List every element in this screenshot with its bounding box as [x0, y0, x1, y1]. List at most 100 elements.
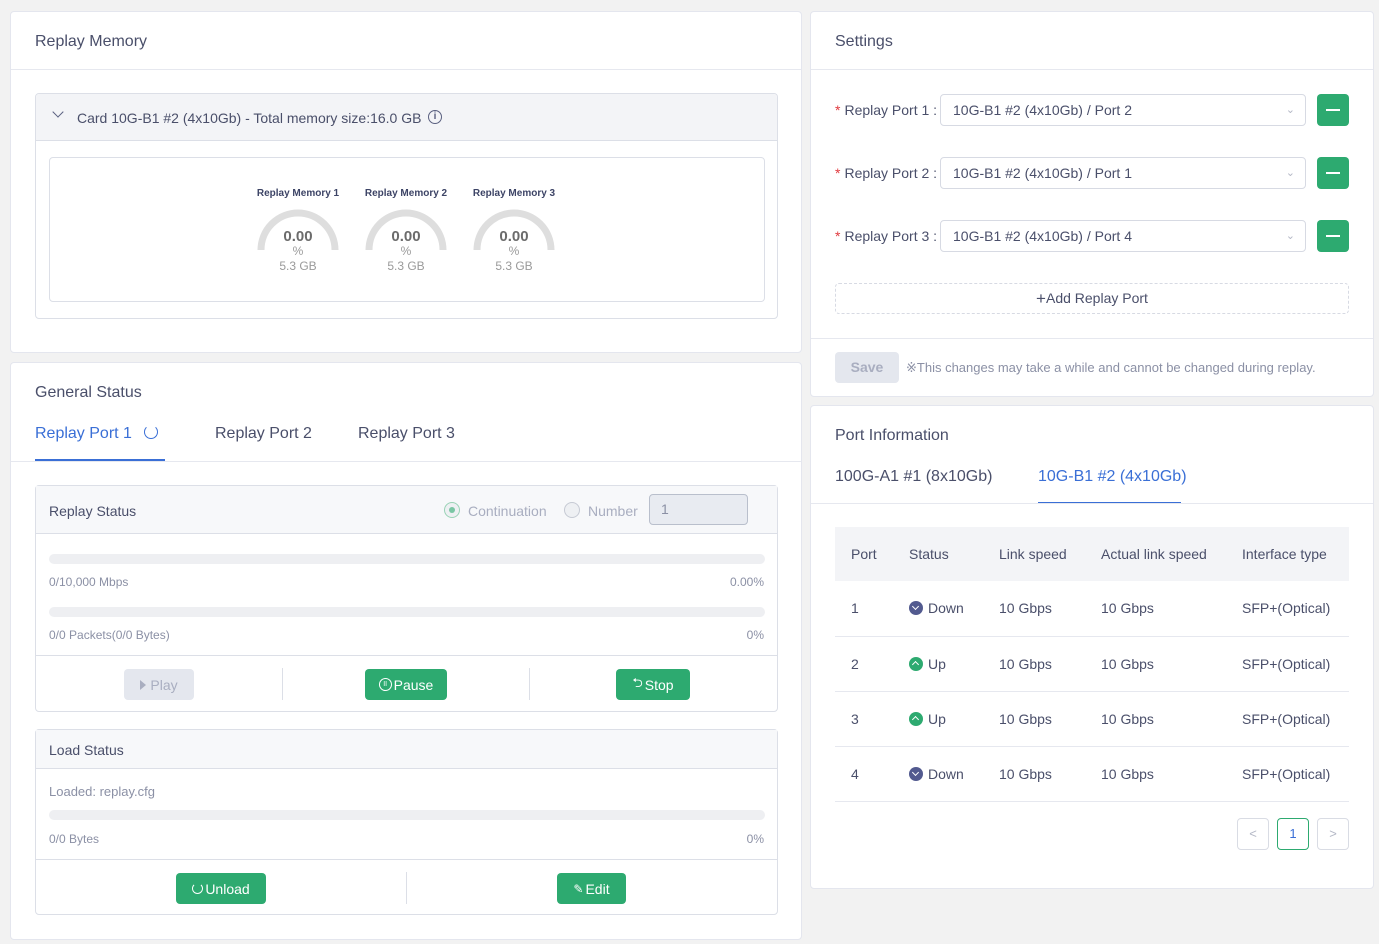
remove-port-1-button[interactable] — [1317, 94, 1349, 126]
load-status-title: Load Status — [49, 742, 124, 758]
number-label[interactable]: Number — [588, 503, 638, 519]
column-header: Status — [893, 527, 983, 581]
tab-replay-port-2[interactable]: Replay Port 2 — [215, 425, 312, 443]
number-input[interactable]: 1 — [649, 494, 748, 525]
load-status-card: Load Status Loaded: replay.cfg 0/0 Bytes… — [35, 729, 778, 915]
loading-spinner-icon — [144, 425, 159, 439]
load-progress-bar — [49, 810, 765, 820]
remove-port-3-button[interactable] — [1317, 220, 1349, 252]
actual-speed-cell: 10 Gbps — [1085, 636, 1226, 692]
chevron-down-icon: ⌄ — [1285, 104, 1295, 116]
table-row: 2 Up 10 Gbps 10 Gbps SFP+(Optical) — [835, 636, 1349, 692]
table-row: 4 Down 10 Gbps 10 Gbps SFP+(Optical) — [835, 746, 1349, 802]
status-up-icon — [909, 711, 923, 726]
actions-divider — [282, 668, 283, 700]
select-value: 10G-B1 #2 (4x10Gb) / Port 2 — [953, 102, 1132, 118]
gauge-value: 0.00 — [499, 228, 529, 245]
add-replay-port-button[interactable]: +Add Replay Port — [835, 283, 1349, 314]
replay-memory-panel: Replay Memory Card 10G-B1 #2 (4x10Gb) - … — [10, 11, 802, 353]
column-header: Actual link speed — [1085, 527, 1226, 581]
pause-button[interactable]: II Pause — [365, 669, 447, 700]
label-text: Replay Port 3 : — [844, 228, 938, 244]
packets-percent: 0% — [746, 628, 764, 642]
link-speed-cell: 10 Gbps — [983, 746, 1085, 802]
continuation-label[interactable]: Continuation — [468, 503, 547, 519]
gauge-size: 5.3 GB — [387, 259, 425, 273]
port-cell: 4 — [835, 746, 893, 802]
pagination-prev-button[interactable]: < — [1237, 818, 1269, 850]
select-value: 10G-B1 #2 (4x10Gb) / Port 1 — [953, 165, 1132, 181]
stop-label: Stop — [644, 676, 674, 693]
status-down-icon — [909, 601, 923, 616]
replay-port-3-select[interactable]: 10G-B1 #2 (4x10Gb) / Port 4 ⌄ — [940, 220, 1306, 252]
minus-icon — [1326, 109, 1340, 111]
rate-text: 0/10,000 Mbps — [49, 575, 129, 589]
actual-speed-cell: 10 Gbps — [1085, 691, 1226, 747]
replay-actions: Play II Pause ⮌ Stop — [36, 655, 777, 712]
status-cell: Down — [893, 746, 983, 802]
replay-status-header: Replay Status Continuation Number 1 — [36, 486, 777, 534]
gauge-title: Replay Memory 3 — [472, 188, 556, 199]
tab-replay-port-1[interactable]: Replay Port 1 — [35, 425, 159, 443]
interface-cell: SFP+(Optical) — [1226, 746, 1349, 802]
settings-panel: Settings * Replay Port 1 : 10G-B1 #2 (4x1… — [810, 11, 1374, 397]
tab-replay-port-3[interactable]: Replay Port 3 — [358, 425, 455, 443]
port-cell: 1 — [835, 581, 893, 637]
divider — [811, 338, 1373, 339]
status-text: Down — [928, 765, 964, 782]
interface-cell: SFP+(Optical) — [1226, 581, 1349, 637]
interface-cell: SFP+(Optical) — [1226, 636, 1349, 692]
pagination-page-1[interactable]: 1 — [1277, 818, 1309, 850]
stop-icon: ⮌ — [632, 674, 643, 690]
save-note: ※This changes may take a while and canno… — [906, 360, 1316, 375]
gauge-title: Replay Memory 2 — [364, 188, 448, 199]
card-collapse-header[interactable]: Card 10G-B1 #2 (4x10Gb) - Total memory s… — [36, 94, 777, 141]
status-text: Up — [928, 655, 946, 672]
gauge-unit: % — [292, 244, 304, 258]
play-button[interactable]: Play — [124, 669, 194, 700]
bytes-text: 0/0 Bytes — [49, 832, 100, 846]
replay-port-2-label: * Replay Port 2 : — [835, 165, 938, 181]
card-label: Card 10G-B1 #2 (4x10Gb) - Total memory s… — [77, 110, 422, 126]
gauge-1: Replay Memory 1 0.00 % 5.3 GB — [248, 188, 348, 273]
continuation-radio[interactable] — [444, 502, 460, 518]
tabs-divider — [811, 503, 1373, 504]
save-button[interactable]: Save — [835, 352, 899, 383]
number-radio[interactable] — [564, 502, 580, 518]
status-cell: Up — [893, 691, 983, 747]
gauge-value: 0.00 — [391, 228, 421, 245]
minus-icon — [1326, 172, 1340, 174]
rate-percent: 0.00% — [729, 575, 764, 589]
unload-button[interactable]: Unload — [176, 873, 266, 904]
port-information-title: Port Information — [835, 427, 949, 444]
status-text: Up — [928, 710, 946, 727]
status-cell: Down — [893, 581, 983, 637]
divider — [11, 69, 801, 70]
divider — [811, 69, 1373, 70]
replay-status-title: Replay Status — [49, 503, 137, 519]
label-text: Replay Port 2 : — [844, 165, 938, 181]
actual-speed-cell: 10 Gbps — [1085, 581, 1226, 637]
add-label: Add Replay Port — [1045, 290, 1148, 306]
chevron-down-icon: ⌄ — [1285, 167, 1295, 179]
link-speed-cell: 10 Gbps — [983, 691, 1085, 747]
select-value: 10G-B1 #2 (4x10Gb) / Port 4 — [953, 228, 1132, 244]
info-icon[interactable]: i — [428, 110, 442, 124]
chevron-down-icon — [52, 106, 64, 118]
replay-port-1-select[interactable]: 10G-B1 #2 (4x10Gb) / Port 2 ⌄ — [940, 94, 1306, 126]
replay-port-2-select[interactable]: 10G-B1 #2 (4x10Gb) / Port 1 ⌄ — [940, 157, 1306, 189]
pagination-next-button[interactable]: > — [1317, 818, 1349, 850]
gauge-size: 5.3 GB — [495, 259, 533, 273]
tab-card-100g-a1[interactable]: 100G-A1 #1 (8x10Gb) — [835, 468, 992, 486]
gauge-size: 5.3 GB — [279, 259, 317, 273]
remove-port-2-button[interactable] — [1317, 157, 1349, 189]
tab-card-10g-b1[interactable]: 10G-B1 #2 (4x10Gb) — [1038, 468, 1187, 486]
gauge-unit: % — [400, 244, 412, 258]
port-cell: 3 — [835, 691, 893, 747]
status-up-icon — [909, 656, 923, 671]
stop-button[interactable]: ⮌ Stop — [616, 669, 690, 700]
card-collapse: Card 10G-B1 #2 (4x10Gb) - Total memory s… — [35, 93, 778, 319]
link-speed-cell: 10 Gbps — [983, 636, 1085, 692]
edit-button[interactable]: ✎ Edit — [557, 873, 626, 904]
port-cell: 2 — [835, 636, 893, 692]
